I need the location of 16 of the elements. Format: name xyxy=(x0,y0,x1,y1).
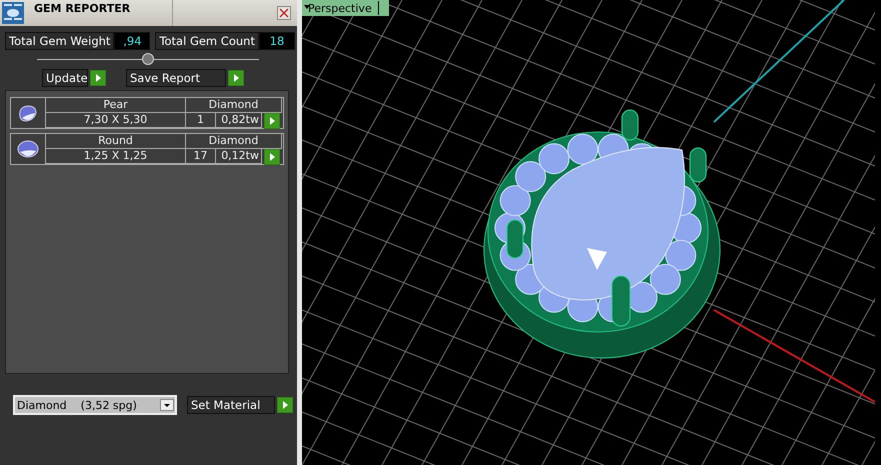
set-material-button[interactable]: Set Material xyxy=(187,396,275,414)
action-button[interactable]: Save Report xyxy=(126,69,226,87)
gem-weight: 0,82tw xyxy=(216,113,262,128)
gem-count: 1 xyxy=(186,113,216,128)
gem-weight: 0,12tw xyxy=(216,149,262,164)
total-label: Total Gem Weight xyxy=(5,32,114,50)
action-button[interactable]: Update xyxy=(42,69,88,87)
total-value: ,94 xyxy=(114,32,150,50)
total-value: 18 xyxy=(258,32,295,50)
view-menu[interactable]: Perspective xyxy=(302,0,389,16)
gem-size: 1,25 X 1,25 xyxy=(46,149,186,164)
material-dropdown[interactable]: Diamond (3,52 spg) xyxy=(13,395,177,415)
window-title: GEM REPORTER xyxy=(26,0,173,26)
total-label: Total Gem Count xyxy=(155,32,259,50)
gem-size: 7,30 X 5,30 xyxy=(46,113,186,128)
gem-count: 17 xyxy=(186,149,216,164)
